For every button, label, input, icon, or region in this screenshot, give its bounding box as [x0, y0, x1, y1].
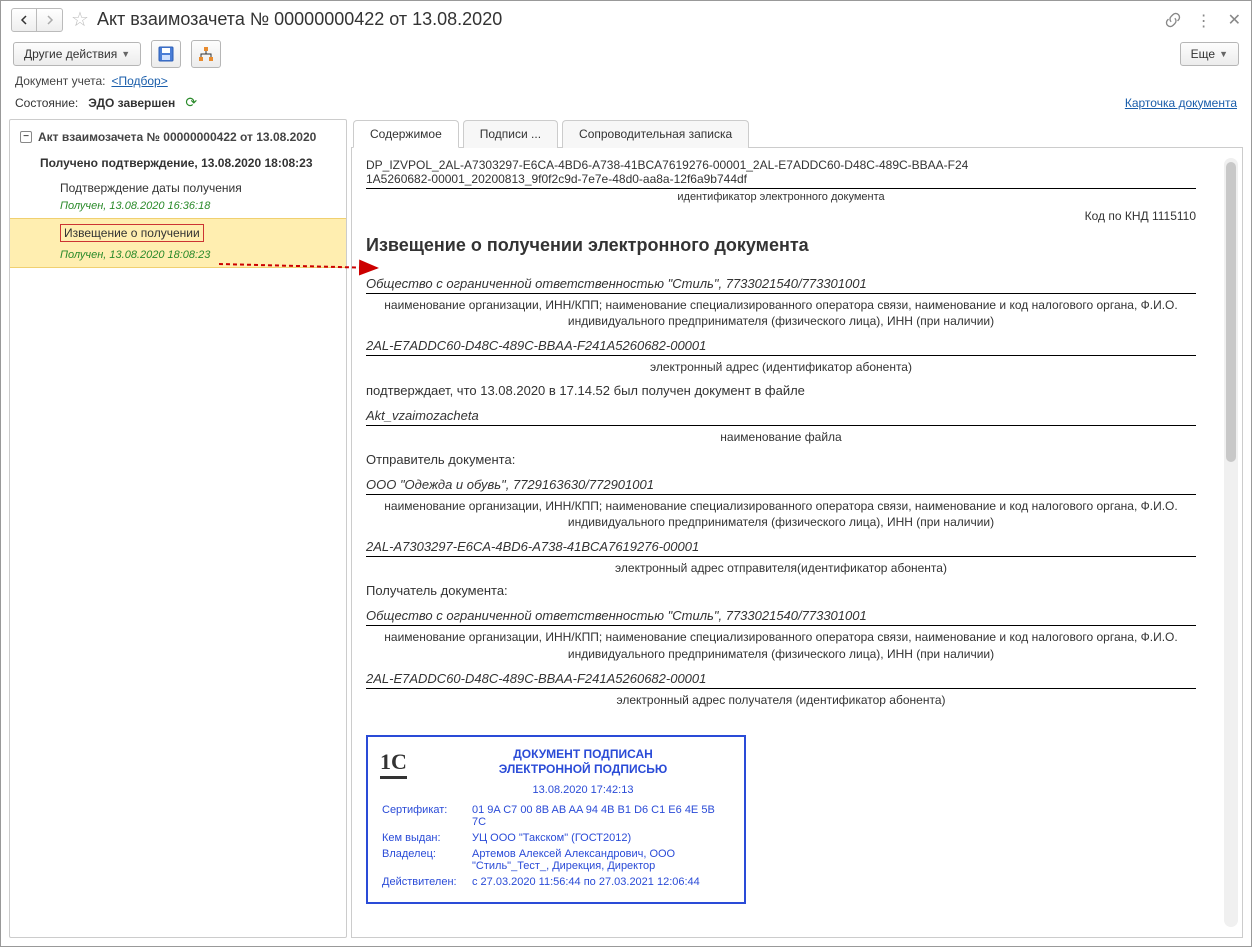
filename-value: Akt_vzaimozacheta — [366, 402, 1196, 426]
recipient-org-caption: наименование организации, ИНН/КПП; наиме… — [366, 626, 1196, 664]
floppy-disk-icon — [158, 46, 174, 62]
sig-date: 13.08.2020 17:42:13 — [382, 778, 730, 802]
tree-status-2: Получен, 13.08.2020 18:08:23 — [10, 245, 346, 268]
issuer-value: УЦ ООО "Такском" (ГОСТ2012) — [472, 832, 730, 844]
recipient-label: Получатель документа: — [366, 579, 1196, 602]
org1-caption: наименование организации, ИНН/КПП; наиме… — [366, 294, 1196, 332]
tab-content[interactable]: Содержимое — [353, 120, 459, 148]
hierarchy-icon — [198, 46, 214, 62]
link-icon[interactable] — [1164, 11, 1182, 29]
addr1-caption: электронный адрес (идентификатор абонент… — [366, 356, 1196, 378]
doc-account-label: Документ учета: — [15, 74, 105, 88]
recipient-org: Общество с ограниченной ответственностью… — [366, 602, 1196, 626]
structure-button[interactable] — [191, 40, 221, 68]
document-tree-panel: − Акт взаимозачета № 00000000422 от 13.0… — [9, 119, 347, 938]
sender-addr-caption: электронный адрес отправителя(идентифика… — [366, 557, 1196, 579]
owner-label: Владелец: — [382, 848, 472, 872]
sender-label: Отправитель документа: — [366, 448, 1196, 471]
refresh-icon[interactable]: ⟳ — [185, 94, 197, 111]
tree-item-confirmation[interactable]: Подтверждение даты получения — [10, 176, 346, 198]
recipient-addr-caption: электронный адрес получателя (идентифика… — [366, 689, 1196, 711]
doc-heading: Извещение о получении электронного докум… — [366, 231, 1196, 270]
document-view[interactable]: DP_IZVPOL_2AL-A7303297-E6CA-4BD6-A738-41… — [351, 148, 1243, 938]
nav-forward-button[interactable] — [37, 8, 63, 32]
sig-head2: ЭЛЕКТРОННОЙ ПОДПИСЬЮ — [499, 762, 668, 776]
favorite-star-icon[interactable]: ☆ — [71, 7, 89, 32]
tree-root[interactable]: − Акт взаимозачета № 00000000422 от 13.0… — [10, 124, 346, 150]
owner-value: Артемов Алексей Александрович, ООО "Стил… — [472, 848, 730, 872]
chevron-down-icon: ▼ — [121, 49, 130, 59]
sender-org-caption: наименование организации, ИНН/КПП; наиме… — [366, 495, 1196, 533]
org1-value: Общество с ограниченной ответственностью… — [366, 270, 1196, 294]
more-label: Еще — [1191, 47, 1215, 61]
sig-head1: ДОКУМЕНТ ПОДПИСАН — [513, 747, 653, 761]
more-button[interactable]: Еще ▼ — [1180, 42, 1239, 66]
cert-value: 01 9A C7 00 8B AB AA 94 4B B1 D6 C1 E6 4… — [472, 804, 730, 828]
valid-value: с 27.03.2020 11:56:44 по 27.03.2021 12:0… — [472, 876, 730, 888]
signature-box: 1C ДОКУМЕНТ ПОДПИСАН ЭЛЕКТРОННОЙ ПОДПИСЬ… — [366, 735, 746, 904]
arrow-right-icon — [45, 15, 55, 25]
confirm-text: подтверждает, что 13.08.2020 в 17.14.52 … — [366, 379, 1196, 402]
document-card-link[interactable]: Карточка документа — [1125, 96, 1237, 110]
tree-subtitle[interactable]: Получено подтверждение, 13.08.2020 18:08… — [10, 150, 346, 176]
save-button[interactable] — [151, 40, 181, 68]
filename-caption: наименование файла — [366, 426, 1196, 448]
recipient-addr: 2AL-E7ADDC60-D48C-489C-BBAA-F241A5260682… — [366, 665, 1196, 689]
tree-item-notification-label: Извещение о получении — [60, 224, 204, 242]
logo-1c-icon: 1C — [380, 749, 407, 779]
other-actions-button[interactable]: Другие действия ▼ — [13, 42, 141, 66]
issuer-label: Кем выдан: — [382, 832, 472, 844]
tree-status-1: Получен, 13.08.2020 16:36:18 — [10, 198, 346, 218]
knd-code: Код по КНД 1115110 — [366, 207, 1196, 231]
kebab-menu-icon[interactable]: ⋮ — [1196, 11, 1214, 29]
collapse-icon[interactable]: − — [20, 131, 32, 143]
nav-back-button[interactable] — [11, 8, 37, 32]
doc-identifier: DP_IZVPOL_2AL-A7303297-E6CA-4BD6-A738-41… — [366, 158, 1196, 189]
chevron-down-icon: ▼ — [1219, 49, 1228, 59]
doc-id-line2: 1A5260682-00001_20200813_9f0f2c9d-7e7e-4… — [366, 172, 747, 186]
addr1-value: 2AL-E7ADDC60-D48C-489C-BBAA-F241A5260682… — [366, 332, 1196, 356]
tab-bar: Содержимое Подписи ... Сопроводительная … — [351, 119, 1243, 148]
close-button[interactable]: ✕ — [1228, 10, 1241, 30]
doc-account-select-link[interactable]: <Подбор> — [111, 74, 167, 88]
sender-addr: 2AL-A7303297-E6CA-4BD6-A738-41BCA7619276… — [366, 533, 1196, 557]
window-title: Акт взаимозачета № 00000000422 от 13.08.… — [97, 9, 502, 30]
other-actions-label: Другие действия — [24, 47, 117, 61]
valid-label: Действителен: — [382, 876, 472, 888]
arrow-left-icon — [19, 15, 29, 25]
tab-cover-note[interactable]: Сопроводительная записка — [562, 120, 749, 148]
tab-signatures[interactable]: Подписи ... — [463, 120, 558, 148]
doc-id-caption: идентификатор электронного документа — [366, 189, 1196, 207]
tree-item-notification-selected[interactable]: Извещение о получении — [10, 218, 346, 246]
sender-org: ООО "Одежда и обувь", 7729163630/7729010… — [366, 471, 1196, 495]
scrollbar-thumb[interactable] — [1226, 162, 1236, 462]
tree-root-label: Акт взаимозачета № 00000000422 от 13.08.… — [38, 130, 316, 144]
state-value: ЭДО завершен — [88, 96, 175, 110]
scrollbar[interactable] — [1224, 158, 1238, 927]
doc-id-line1: DP_IZVPOL_2AL-A7303297-E6CA-4BD6-A738-41… — [366, 158, 968, 172]
state-label: Состояние: — [15, 96, 78, 110]
cert-label: Сертификат: — [382, 804, 472, 828]
